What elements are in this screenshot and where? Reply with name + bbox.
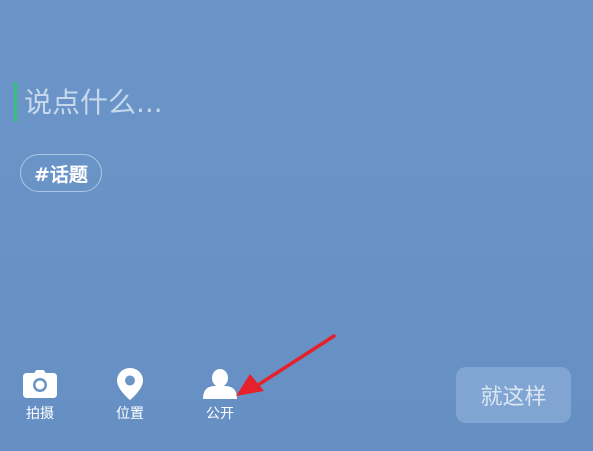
- camera-button[interactable]: 拍摄: [10, 368, 70, 422]
- camera-icon: [20, 368, 60, 400]
- location-pin-icon: [110, 368, 150, 400]
- privacy-button[interactable]: 公开: [190, 368, 250, 422]
- camera-label: 拍摄: [26, 406, 54, 422]
- topic-button[interactable]: #话题: [20, 154, 102, 192]
- location-button[interactable]: 位置: [100, 368, 160, 422]
- post-text-input[interactable]: [24, 80, 564, 124]
- person-icon: [200, 368, 240, 400]
- text-caret: [14, 82, 17, 122]
- privacy-label: 公开: [206, 406, 234, 422]
- submit-button[interactable]: 就这样: [456, 367, 571, 423]
- location-label: 位置: [116, 406, 144, 422]
- post-composer: [14, 80, 574, 124]
- post-composer-screen: #话题 拍摄 位置 公开: [0, 0, 593, 451]
